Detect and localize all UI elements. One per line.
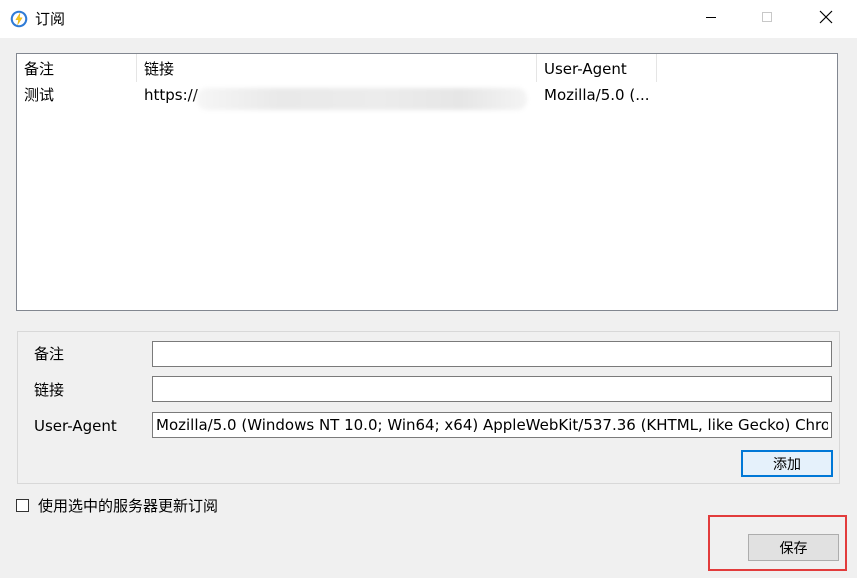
maximize-button[interactable] [744,0,790,38]
column-header-remark[interactable]: 备注 [17,54,137,82]
remark-label: 备注 [34,345,65,363]
close-icon [819,10,833,28]
add-button[interactable]: 添加 [741,450,833,477]
list-header: 备注 链接 User-Agent [17,54,837,82]
app-lightning-icon [10,10,28,28]
row-remark: 测试 [24,86,55,104]
column-header-link[interactable]: 链接 [137,54,537,82]
use-selected-server-option[interactable]: 使用选中的服务器更新订阅 [16,495,218,515]
column-header-user-agent[interactable]: User-Agent [537,54,657,82]
minimize-button[interactable] [688,0,734,38]
redacted-link-blur [197,88,527,110]
user-agent-input[interactable] [152,412,832,438]
link-label: 链接 [34,381,65,399]
save-button[interactable]: 保存 [748,534,839,561]
use-selected-server-label[interactable]: 使用选中的服务器更新订阅 [38,495,218,516]
row-user-agent: Mozilla/5.0 (... [544,86,650,104]
minimize-icon [705,11,717,27]
remark-input[interactable] [152,341,832,367]
list-row[interactable]: 测试 https:// Mozilla/5.0 (... [17,82,837,110]
link-input[interactable] [152,376,832,402]
window-title: 订阅 [35,10,66,28]
use-selected-server-checkbox[interactable] [16,498,29,512]
subscription-list[interactable]: 备注 链接 User-Agent 测试 https:// Mozilla/5.0… [16,53,838,311]
row-link-text: https:// [144,86,198,104]
user-agent-label: User-Agent [34,417,117,435]
maximize-icon [761,11,773,27]
close-button[interactable] [803,0,849,38]
title-bar: 订阅 [0,0,857,38]
